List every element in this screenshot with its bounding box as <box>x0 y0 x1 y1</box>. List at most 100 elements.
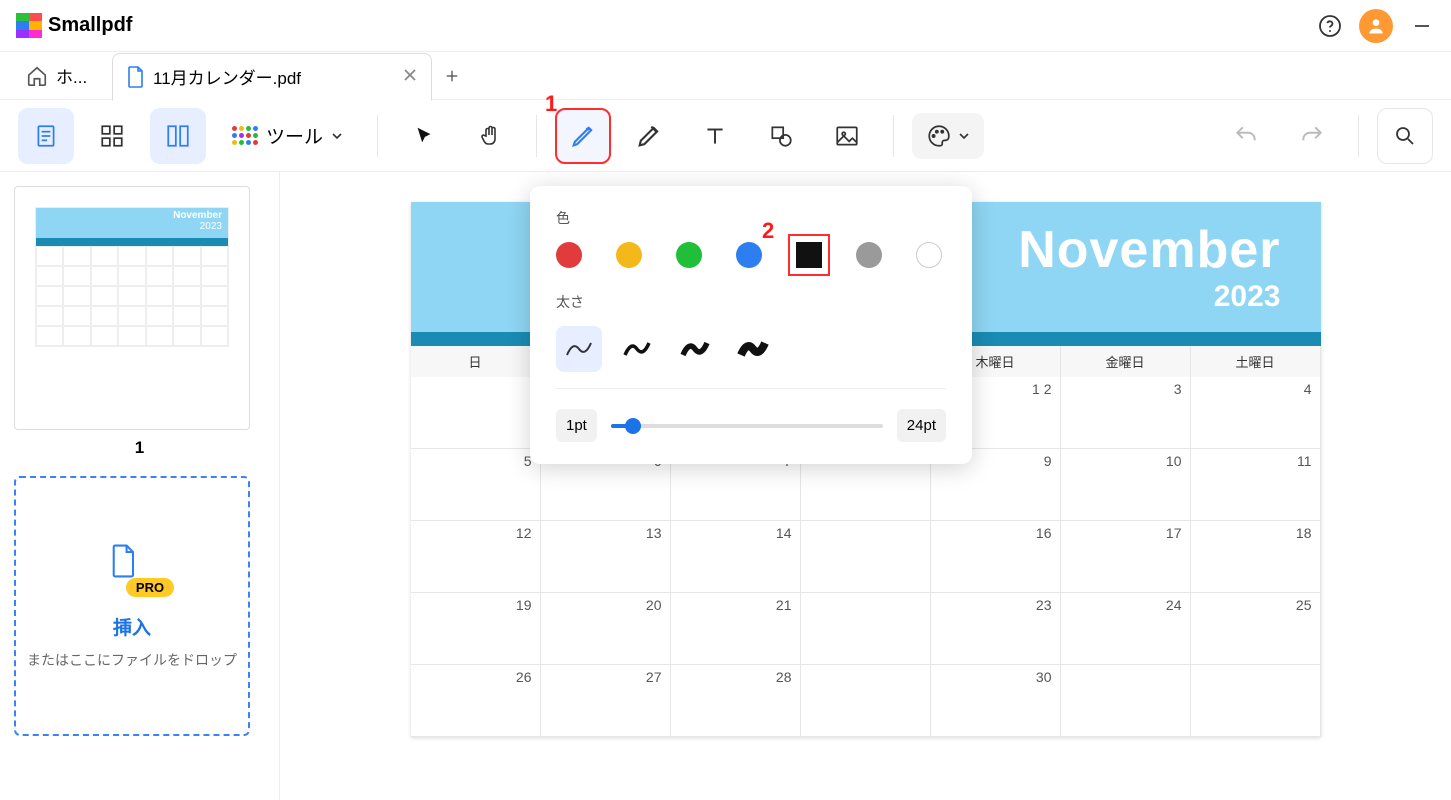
dropzone-title: 挿入 <box>113 613 151 640</box>
avatar[interactable] <box>1359 9 1393 43</box>
calendar-cell: 28 <box>671 665 801 737</box>
palette-icon <box>926 123 952 149</box>
file-icon <box>127 66 145 88</box>
split-icon <box>165 123 191 149</box>
calendar-cell: 27 <box>541 665 671 737</box>
page-thumbnail[interactable]: November 2023 <box>14 186 250 430</box>
color-swatch[interactable] <box>616 242 642 268</box>
calendar-cell: 5 <box>411 449 541 521</box>
image-tool[interactable] <box>819 108 875 164</box>
image-icon <box>834 123 860 149</box>
calendar-cell: 30 <box>931 665 1061 737</box>
calendar-cell: 18 <box>1191 521 1321 593</box>
calendar-cell: 16 <box>931 521 1061 593</box>
page-icon <box>33 123 59 149</box>
divider <box>1358 115 1359 157</box>
max-pt-label: 24pt <box>897 409 946 442</box>
calendar-cell: 24 <box>1061 593 1191 665</box>
tab-home[interactable]: ホ... <box>12 52 112 100</box>
thumb-number: 1 <box>14 438 265 458</box>
color-swatch[interactable] <box>796 242 822 268</box>
tab-bar: ホ... 11月カレンダー.pdf <box>0 52 1451 100</box>
calendar-cell <box>801 521 931 593</box>
help-icon[interactable] <box>1317 13 1343 39</box>
minimize-icon[interactable] <box>1409 13 1435 39</box>
color-swatch[interactable] <box>736 242 762 268</box>
day-header: 土曜日 <box>1191 346 1321 377</box>
view-split-button[interactable] <box>150 108 206 164</box>
thickness-option-3[interactable] <box>672 326 718 372</box>
tools-menu-button[interactable]: ツール <box>216 112 359 159</box>
hand-tool[interactable] <box>462 108 518 164</box>
divider <box>536 115 537 157</box>
pencil-tool[interactable] <box>555 108 611 164</box>
calendar-cell: 4 <box>1191 377 1321 449</box>
pointer-tool[interactable] <box>396 108 452 164</box>
hand-icon <box>478 124 502 148</box>
toolbar: ツール <box>0 100 1451 172</box>
calendar-cell: 13 <box>541 521 671 593</box>
calendar-cell: 14 <box>671 521 801 593</box>
view-grid-button[interactable] <box>84 108 140 164</box>
calendar-cell: 10 <box>1061 449 1191 521</box>
color-picker-button[interactable] <box>912 113 984 159</box>
tab-home-label: ホ... <box>56 63 87 88</box>
color-section-label: 色 <box>556 208 946 228</box>
highlighter-icon <box>635 122 663 150</box>
close-icon[interactable] <box>403 67 417 87</box>
pro-badge: PRO <box>126 578 174 597</box>
thickness-option-1[interactable] <box>556 326 602 372</box>
search-button[interactable] <box>1377 108 1433 164</box>
app-header: Smallpdf <box>0 0 1451 52</box>
color-swatch[interactable] <box>916 242 942 268</box>
day-header: 日 <box>411 346 541 377</box>
divider <box>893 115 894 157</box>
calendar-cell: 20 <box>541 593 671 665</box>
tab-document[interactable]: 11月カレンダー.pdf <box>112 53 432 101</box>
calendar-cell <box>801 665 931 737</box>
calendar-cell: 21 <box>671 593 801 665</box>
thickness-slider[interactable] <box>611 424 883 428</box>
day-header: 金曜日 <box>1061 346 1191 377</box>
view-page-button[interactable] <box>18 108 74 164</box>
pencil-icon <box>569 122 597 150</box>
thickness-option-2[interactable] <box>614 326 660 372</box>
calendar-cell: 3 <box>1061 377 1191 449</box>
thickness-section-label: 太さ <box>556 292 946 312</box>
sidebar: November 2023 1 PRO 挿入 またはここにファイルをド <box>0 172 280 800</box>
text-tool[interactable] <box>687 108 743 164</box>
highlighter-tool[interactable] <box>621 108 677 164</box>
redo-button[interactable] <box>1284 108 1340 164</box>
divider <box>377 115 378 157</box>
shape-tool[interactable] <box>753 108 809 164</box>
calendar-cell <box>1061 665 1191 737</box>
annotation-1: 1 <box>545 91 557 117</box>
plus-icon <box>446 68 458 84</box>
color-swatch[interactable] <box>856 242 882 268</box>
calendar-cell: 17 <box>1061 521 1191 593</box>
thickness-options <box>556 326 946 372</box>
insert-dropzone[interactable]: PRO 挿入 またはここにファイルをドロップ <box>14 476 250 736</box>
annotation-2: 2 <box>762 218 774 244</box>
color-swatch[interactable] <box>556 242 582 268</box>
undo-button[interactable] <box>1218 108 1274 164</box>
thickness-option-4[interactable] <box>730 326 776 372</box>
pencil-options-popup: 色 太さ 1pt 24pt <box>530 186 972 464</box>
dropzone-subtitle: またはここにファイルをドロップ <box>27 650 237 670</box>
shape-icon <box>768 123 794 149</box>
logo-icon <box>16 13 42 39</box>
tab-new[interactable] <box>432 52 472 100</box>
tools-icon <box>232 126 258 145</box>
thumb-title: November <box>42 210 222 221</box>
calendar-cell: 19 <box>411 593 541 665</box>
color-swatch[interactable] <box>676 242 702 268</box>
slider-thumb[interactable] <box>625 418 641 434</box>
chevron-down-icon <box>331 130 343 142</box>
brand-label: Smallpdf <box>48 14 132 37</box>
color-swatches <box>556 242 946 268</box>
redo-icon <box>1299 123 1325 149</box>
tools-label: ツール <box>266 122 323 149</box>
calendar-cell: 26 <box>411 665 541 737</box>
undo-icon <box>1233 123 1259 149</box>
search-icon <box>1393 124 1417 148</box>
